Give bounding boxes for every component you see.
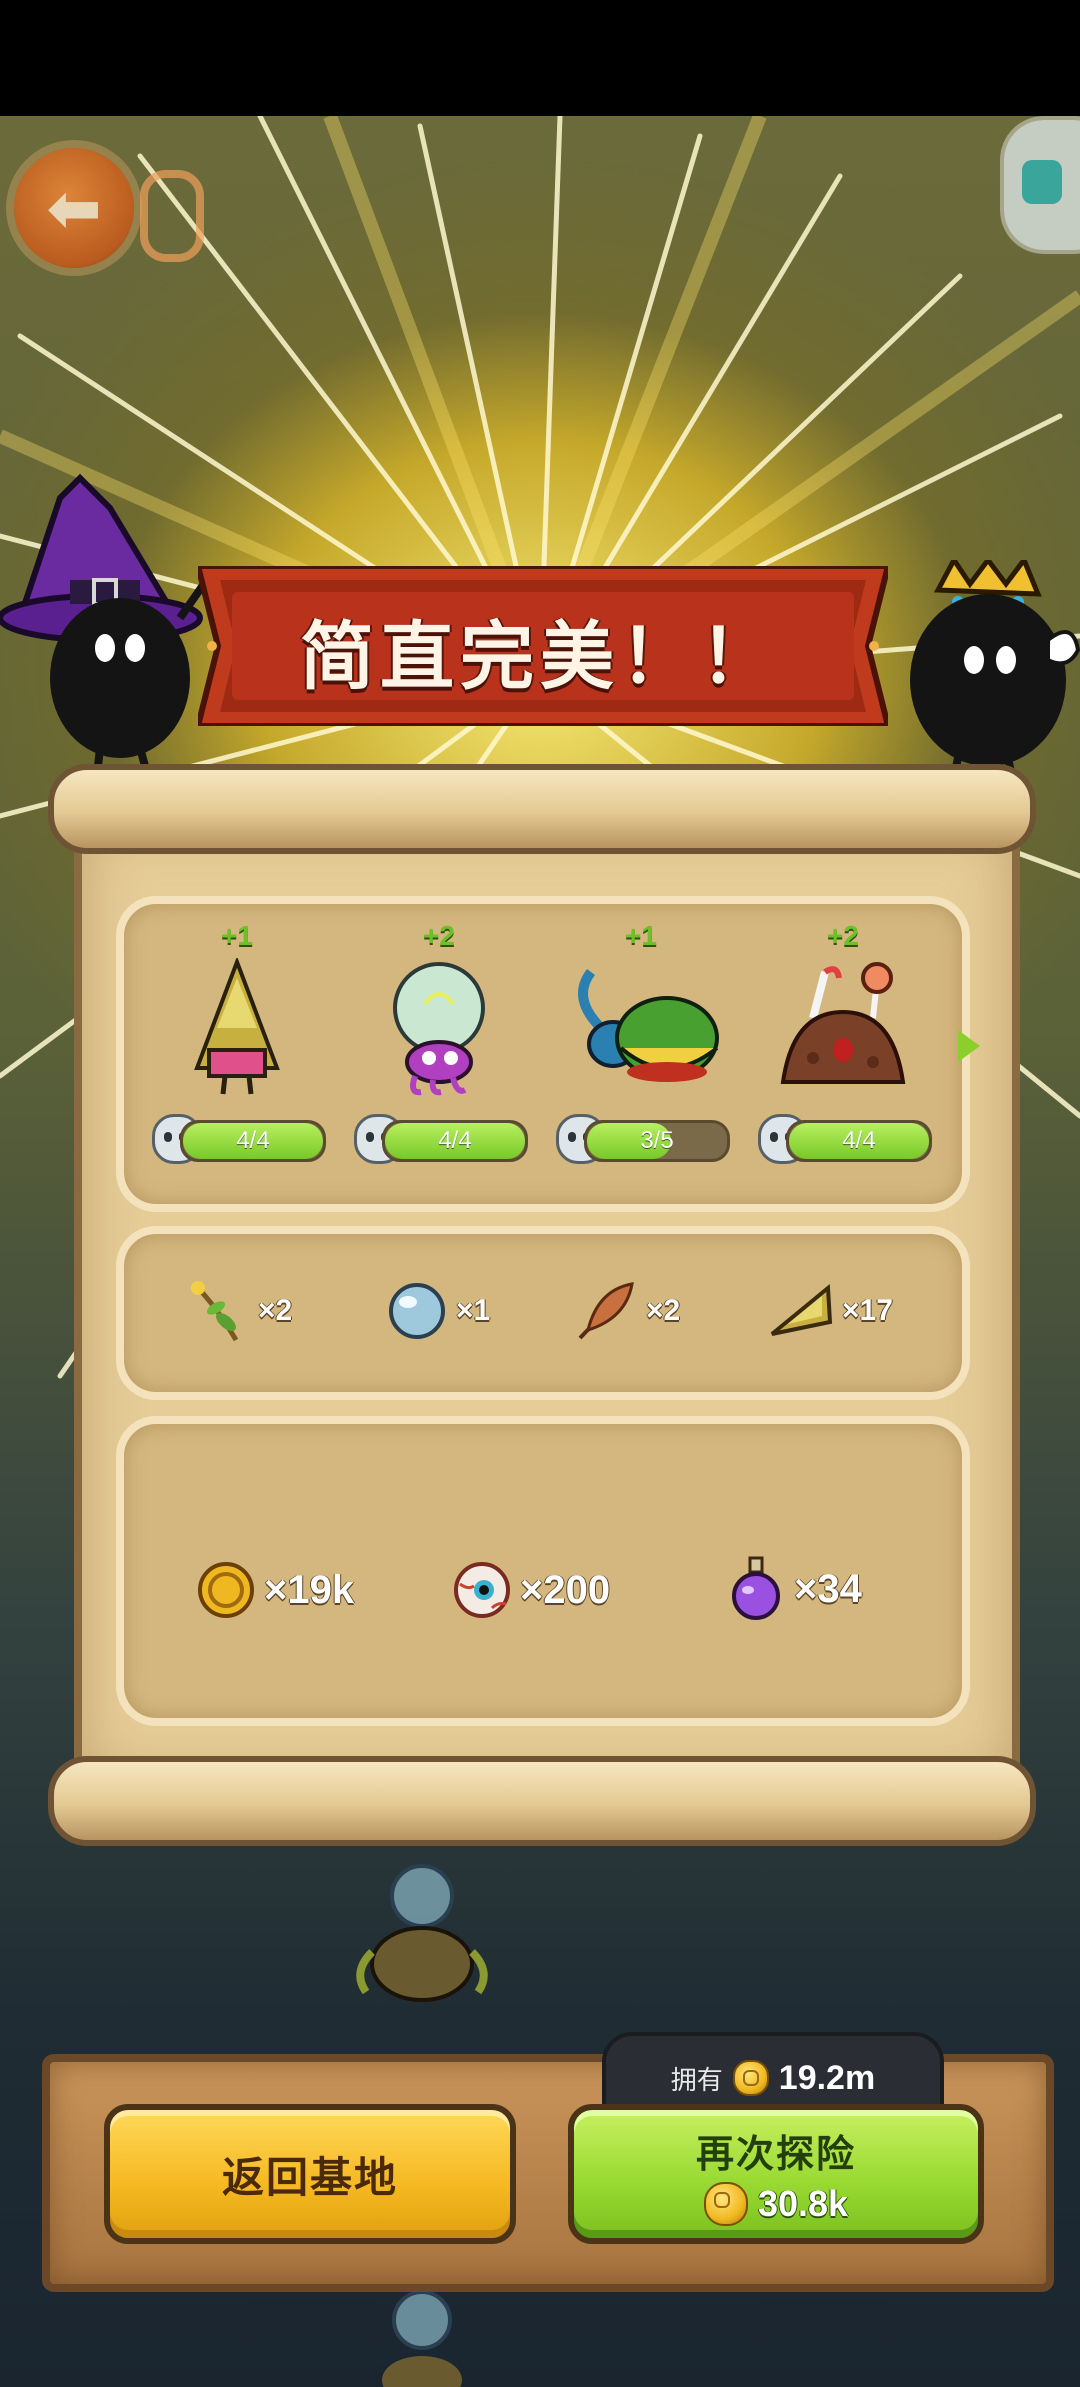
creature-gain: +1 <box>221 920 253 951</box>
material-item[interactable]: ×17 <box>766 1278 893 1344</box>
creature-progress-bar: 3/5 <box>584 1120 730 1162</box>
back-arrow-icon: ⬅ <box>46 171 102 245</box>
creature-progress-text: 3/5 <box>640 1127 674 1154</box>
status-bar <box>0 0 1080 116</box>
creature-gain: +2 <box>827 920 859 951</box>
scroll-top-roll <box>48 764 1036 854</box>
back-button[interactable]: ⬅ <box>14 148 134 268</box>
back-ring-decoration <box>140 170 204 262</box>
explore-cost: 30.8k <box>703 2181 849 2226</box>
bamboo-shoot-creature-icon <box>194 958 280 1095</box>
currency-amount: ×19k <box>264 1567 355 1612</box>
material-count: ×17 <box>842 1294 893 1327</box>
next-page-arrow-icon[interactable] <box>958 1030 980 1062</box>
material-item[interactable]: ×2 <box>574 1278 680 1344</box>
material-count: ×1 <box>456 1294 491 1327</box>
material-item[interactable]: ×1 <box>384 1278 490 1344</box>
potion-icon <box>732 1556 780 1620</box>
totem-creature <box>382 2290 462 2387</box>
beetle-creature-icon <box>578 968 719 1082</box>
totem-creature <box>356 1864 488 2002</box>
creature-slot[interactable]: +1 4/4 <box>152 920 326 1170</box>
currency-item[interactable]: ×200 <box>452 1560 610 1620</box>
pearl-icon <box>389 1283 445 1339</box>
creature-progress-bar: 4/4 <box>180 1120 326 1162</box>
explore-again-button[interactable]: 再次探险 30.8k <box>568 2104 984 2244</box>
candy-slime-creature-icon <box>780 962 906 1084</box>
creature-slot[interactable]: +2 4/4 <box>354 920 528 1170</box>
owned-value: 19.2m <box>778 2058 876 2097</box>
herb-icon <box>191 1281 239 1342</box>
bamboo-shoot-icon <box>770 1283 833 1336</box>
lightbulb-octopus-creature-icon <box>393 962 485 1096</box>
witch-mascot <box>0 473 212 786</box>
creature-progress-bar: 4/4 <box>382 1120 528 1162</box>
scroll-bottom-roll <box>48 1756 1036 1846</box>
chat-icon <box>1022 160 1062 204</box>
coin-icon <box>703 2181 748 2226</box>
currency-amount: ×34 <box>794 1566 862 1611</box>
gold-coin-icon <box>198 1562 254 1618</box>
feather-icon <box>578 1282 634 1340</box>
top-right-menu-button[interactable] <box>1004 120 1080 250</box>
material-count: ×2 <box>258 1294 293 1327</box>
currency-item[interactable]: ×34 <box>726 1556 862 1622</box>
creature-progress-text: 4/4 <box>236 1127 270 1154</box>
explore-cost-value: 30.8k <box>757 2182 849 2224</box>
creature-slot[interactable]: +2 4/4 <box>758 920 932 1170</box>
currency-item[interactable]: ×19k <box>196 1560 354 1620</box>
currency-amount: ×200 <box>520 1567 611 1612</box>
creature-slot[interactable]: +1 3/5 <box>556 920 730 1170</box>
return-base-button[interactable]: 返回基地 <box>104 2104 516 2244</box>
owned-label: 拥有 <box>670 2064 723 2095</box>
explore-again-label: 再次探险 <box>695 2133 856 2176</box>
material-count: ×2 <box>646 1294 681 1327</box>
result-title: 简直完美！！ <box>300 614 780 698</box>
return-base-label: 返回基地 <box>221 2153 398 2201</box>
creature-gain: +1 <box>625 920 657 951</box>
material-item[interactable]: ×2 <box>186 1278 292 1344</box>
creature-gain: +2 <box>423 920 455 951</box>
eyeball-icon <box>454 1562 510 1618</box>
creature-progress-text: 4/4 <box>438 1127 472 1154</box>
creature-progress-text: 4/4 <box>842 1127 876 1154</box>
coin-icon <box>732 2060 769 2096</box>
creature-progress-bar: 4/4 <box>786 1120 932 1162</box>
